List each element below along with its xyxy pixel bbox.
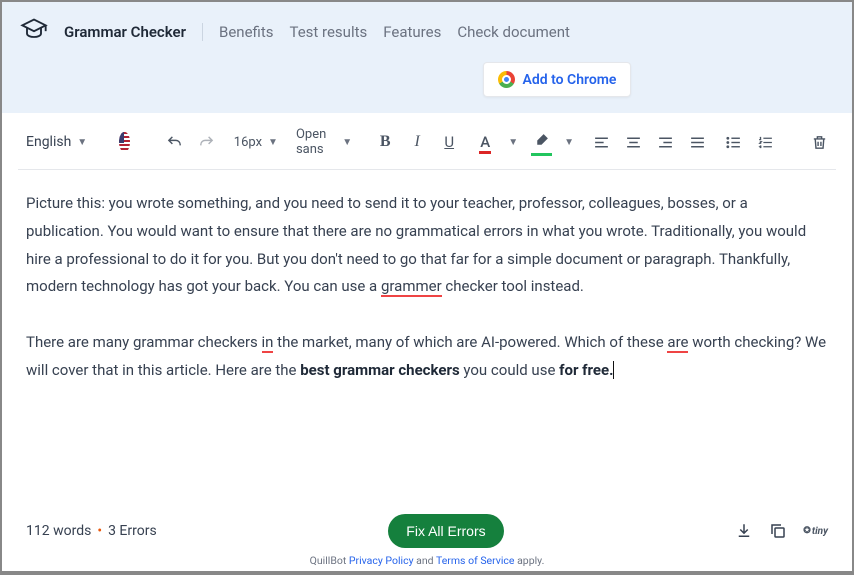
add-to-chrome-button[interactable]: Add to Chrome (483, 62, 632, 97)
logo-icon (20, 16, 48, 48)
paragraph-1: Picture this: you wrote something, and y… (26, 190, 828, 301)
bold-button[interactable]: B (376, 133, 394, 151)
stats: 112 words • 3 Errors (26, 523, 157, 539)
tiny-badge[interactable]: tiny (803, 526, 828, 537)
nav-benefits[interactable]: Benefits (219, 23, 274, 41)
paragraph-2: There are many grammar checkers in the m… (26, 329, 828, 385)
download-button[interactable] (735, 522, 753, 540)
underline-button[interactable]: U (440, 133, 458, 151)
redo-button[interactable] (198, 134, 216, 151)
error-in[interactable]: in (262, 333, 274, 353)
word-count: 112 words (26, 523, 91, 539)
chevron-down-icon[interactable]: ▼ (508, 137, 518, 148)
language-select[interactable]: English ▼ (26, 134, 87, 150)
chrome-icon (498, 71, 515, 88)
editor-content[interactable]: Picture this: you wrote something, and y… (18, 170, 836, 506)
number-list-button[interactable] (756, 134, 774, 151)
highlight-button[interactable] (532, 132, 550, 153)
nav-grammar-checker[interactable]: Grammar Checker (64, 23, 203, 41)
undo-button[interactable] (166, 134, 184, 151)
italic-button[interactable]: I (408, 133, 426, 151)
nav-bar: Grammar Checker Benefits Test results Fe… (20, 16, 834, 48)
tos-link[interactable]: Terms of Service (436, 554, 515, 567)
nav-check-document[interactable]: Check document (457, 23, 570, 41)
dot-separator: • (97, 523, 102, 539)
us-flag-icon[interactable] (119, 132, 130, 152)
fontsize-select[interactable]: 16px ▼ (234, 135, 278, 150)
chevron-down-icon: ▼ (342, 137, 352, 148)
align-justify-button[interactable] (688, 134, 706, 151)
editor-footer: 112 words • 3 Errors Fix All Errors tiny… (18, 506, 836, 571)
align-center-button[interactable] (624, 134, 642, 151)
header: Grammar Checker Benefits Test results Fe… (2, 2, 852, 113)
legal-text: QuillBot Privacy Policy and Terms of Ser… (26, 554, 828, 567)
copy-button[interactable] (769, 522, 787, 540)
text-color-button[interactable]: A (476, 133, 494, 151)
fontfamily-select[interactable]: Open sans ▼ (296, 127, 352, 157)
error-grammer[interactable]: grammer (381, 277, 442, 297)
chevron-down-icon: ▼ (268, 137, 278, 148)
chrome-label: Add to Chrome (523, 72, 617, 88)
nav-test-results[interactable]: Test results (289, 23, 367, 41)
language-label: English (26, 134, 71, 150)
error-are[interactable]: are (667, 333, 688, 353)
delete-button[interactable] (810, 134, 828, 151)
fontfamily-label: Open sans (296, 127, 326, 157)
bullet-list-button[interactable] (724, 134, 742, 151)
align-right-button[interactable] (656, 134, 674, 151)
privacy-link[interactable]: Privacy Policy (349, 554, 414, 567)
error-count: 3 Errors (108, 523, 157, 539)
fontsize-label: 16px (234, 135, 262, 150)
chevron-down-icon[interactable]: ▼ (564, 137, 574, 148)
editor-toolbar: English ▼ 16px ▼ Open sans ▼ B I U (18, 113, 836, 170)
fix-all-errors-button[interactable]: Fix All Errors (388, 514, 503, 548)
nav-features[interactable]: Features (383, 23, 441, 41)
align-left-button[interactable] (592, 134, 610, 151)
chevron-down-icon: ▼ (77, 137, 87, 148)
